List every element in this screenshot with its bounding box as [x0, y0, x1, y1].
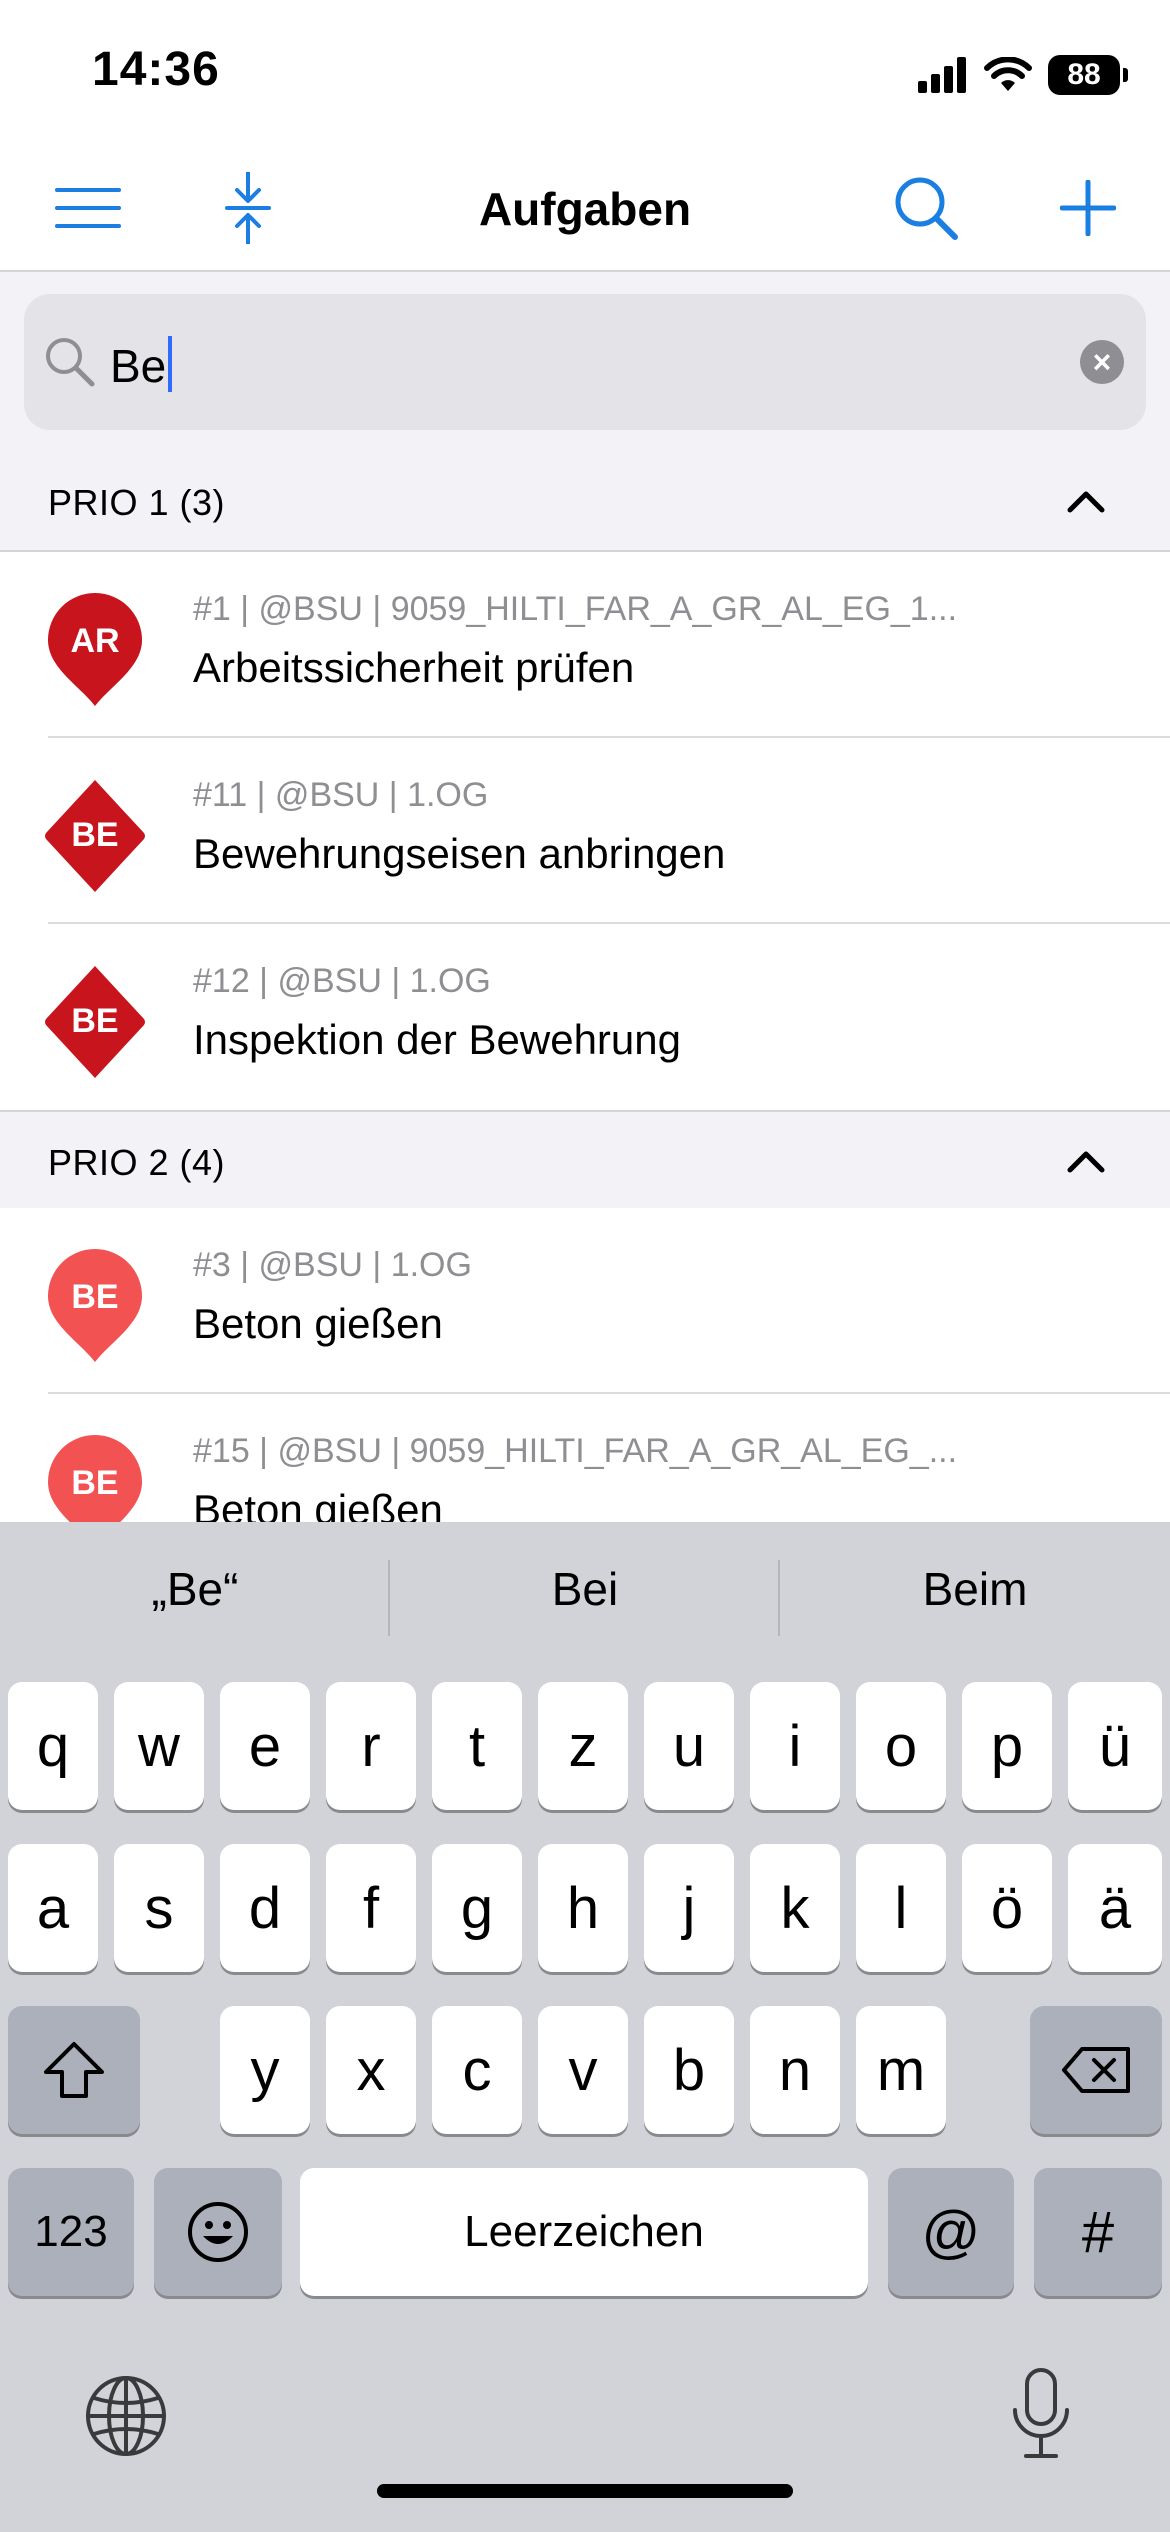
key-l[interactable]: l	[856, 1844, 946, 1972]
key-k[interactable]: k	[750, 1844, 840, 1972]
chevron-up-icon	[1067, 491, 1105, 513]
key-oe[interactable]: ö	[962, 1844, 1052, 1972]
key-q[interactable]: q	[8, 1682, 98, 1810]
magnifier-icon	[46, 338, 95, 387]
key-n[interactable]: n	[750, 2006, 840, 2134]
globe-button[interactable]	[84, 2374, 168, 2458]
battery-level: 88	[1067, 58, 1101, 91]
suggestion-bar: „Be“ Bei Beim	[0, 1522, 1170, 1677]
plus-icon	[1060, 180, 1116, 236]
key-y[interactable]: y	[220, 2006, 310, 2134]
task-row[interactable]: AR #1 | @BSU | 9059_HILTI_FAR_A_GR_AL_EG…	[0, 552, 1170, 738]
globe-icon	[86, 2376, 166, 2456]
task-row[interactable]: BE #12 | @BSU | 1.OG Inspektion der Bewe…	[0, 924, 1170, 1110]
clear-icon: ×	[1092, 344, 1112, 380]
section-header-prio2[interactable]: PRIO 2 (4)	[0, 1110, 1170, 1210]
marker-label: AR	[70, 622, 120, 660]
task-row[interactable]: BE #11 | @BSU | 1.OG Bewehrungseisen anb…	[0, 738, 1170, 924]
key-z[interactable]: z	[538, 1682, 628, 1810]
key-s[interactable]: s	[114, 1844, 204, 1972]
key-r[interactable]: r	[326, 1682, 416, 1810]
home-indicator[interactable]	[377, 2484, 793, 2498]
chevron-up-icon	[1067, 1151, 1105, 1173]
priority-marker: AR	[40, 590, 150, 710]
hash-key[interactable]: #	[1034, 2168, 1162, 2296]
task-title: Inspektion der Bewehrung	[193, 1016, 681, 1063]
key-x[interactable]: x	[326, 2006, 416, 2134]
dictation-button[interactable]	[1006, 2366, 1076, 2462]
emoji-key[interactable]	[154, 2168, 282, 2296]
task-meta: #1 | @BSU | 9059_HILTI_FAR_A_GR_AL_EG_1.…	[193, 590, 958, 628]
search-button[interactable]	[878, 160, 974, 256]
key-o[interactable]: o	[856, 1682, 946, 1810]
task-meta: #15 | @BSU | 9059_HILTI_FAR_A_GR_AL_EG_.…	[193, 1432, 958, 1470]
marker-label: BE	[71, 1464, 119, 1502]
search-icon	[895, 177, 958, 240]
task-meta: #11 | @BSU | 1.OG	[193, 776, 489, 814]
task-row[interactable]: BE #3 | @BSU | 1.OG Beton gießen	[0, 1208, 1170, 1394]
key-v[interactable]: v	[538, 2006, 628, 2134]
marker-label: BE	[71, 1002, 119, 1040]
key-i[interactable]: i	[750, 1682, 840, 1810]
battery-indicator: 88	[1048, 55, 1128, 95]
wifi-icon	[984, 57, 1032, 91]
key-t[interactable]: t	[432, 1682, 522, 1810]
status-time: 14:36	[92, 43, 220, 96]
key-w[interactable]: w	[114, 1682, 204, 1810]
task-title: Bewehrungseisen anbringen	[193, 830, 726, 877]
key-e[interactable]: e	[220, 1682, 310, 1810]
section-title: PRIO 2 (4)	[48, 1142, 226, 1183]
app-screen: 14:36 88 Aufgaben Be × PRIO 1 (3) AR #1 …	[0, 0, 1170, 2532]
task-title: Beton gießen	[193, 1300, 443, 1347]
priority-marker: BE	[40, 1246, 150, 1366]
clear-search-button[interactable]: ×	[1080, 340, 1124, 384]
backspace-icon	[1062, 2047, 1130, 2093]
add-button[interactable]	[1040, 160, 1136, 256]
key-a[interactable]: a	[8, 1844, 98, 1972]
key-m[interactable]: m	[856, 2006, 946, 2134]
search-bar: Be ×	[0, 272, 1170, 452]
status-bar: 14:36 88	[0, 0, 1170, 140]
key-b[interactable]: b	[644, 2006, 734, 2134]
keyboard: „Be“ Bei Beim q w e r t z u i o p ü a s …	[0, 1522, 1170, 2532]
search-input-text: Be	[110, 336, 173, 393]
task-title: Arbeitssicherheit prüfen	[193, 644, 635, 691]
task-meta: #3 | @BSU | 1.OG	[193, 1246, 472, 1284]
search-query: Be	[110, 340, 167, 392]
suggestion-item[interactable]: „Be“	[0, 1562, 390, 1616]
marker-label: BE	[71, 816, 119, 854]
section-header-prio1[interactable]: PRIO 1 (3)	[0, 452, 1170, 552]
key-f[interactable]: f	[326, 1844, 416, 1972]
task-meta: #12 | @BSU | 1.OG	[193, 962, 491, 1000]
priority-marker: BE	[40, 962, 150, 1082]
search-input[interactable]: Be ×	[24, 294, 1146, 430]
key-j[interactable]: j	[644, 1844, 734, 1972]
at-key[interactable]: @	[888, 2168, 1014, 2296]
key-g[interactable]: g	[432, 1844, 522, 1972]
key-u[interactable]: u	[644, 1682, 734, 1810]
shift-key[interactable]	[8, 2006, 140, 2134]
text-caret	[168, 336, 173, 392]
microphone-icon	[1013, 2368, 1069, 2458]
page-title: Aufgaben	[478, 183, 692, 235]
suggestion-item[interactable]: Bei	[390, 1562, 780, 1616]
signal-icon	[918, 57, 966, 93]
key-d[interactable]: d	[220, 1844, 310, 1972]
backspace-key[interactable]	[1030, 2006, 1162, 2134]
suggestion-item[interactable]: Beim	[780, 1562, 1170, 1616]
shift-icon	[44, 2042, 104, 2098]
nav-bar: Aufgaben	[0, 140, 1170, 272]
section-title: PRIO 1 (3)	[48, 482, 226, 523]
emoji-icon	[188, 2202, 248, 2262]
status-icons: 88	[918, 50, 1128, 100]
key-ue[interactable]: ü	[1068, 1682, 1162, 1810]
key-c[interactable]: c	[432, 2006, 522, 2134]
key-p[interactable]: p	[962, 1682, 1052, 1810]
key-ae[interactable]: ä	[1068, 1844, 1162, 1972]
priority-marker: BE	[40, 776, 150, 896]
key-h[interactable]: h	[538, 1844, 628, 1972]
numbers-key[interactable]: 123	[8, 2168, 134, 2296]
space-key[interactable]: Leerzeichen	[300, 2168, 868, 2296]
marker-label: BE	[71, 1278, 119, 1316]
